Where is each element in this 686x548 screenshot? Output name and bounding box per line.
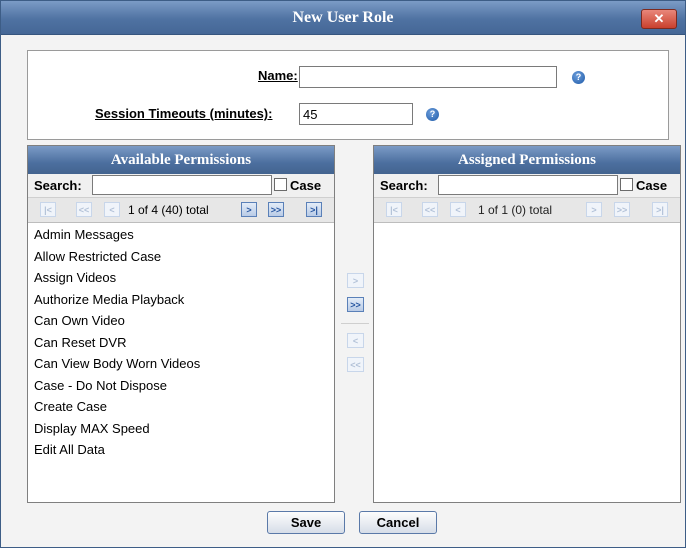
close-button[interactable]: ✕ [641,9,677,29]
name-label: Name: [258,68,298,83]
available-search-row: Search: Case [28,174,334,198]
next-block-icon[interactable]: >> [614,202,630,217]
add-selected-icon[interactable]: > [347,273,364,288]
session-timeouts-label: Session Timeouts (minutes): [95,106,273,121]
permission-item[interactable]: Display MAX Speed [28,418,334,440]
first-page-icon[interactable]: |< [386,202,402,217]
next-block-icon[interactable]: >> [268,202,284,217]
save-button[interactable]: Save [267,511,345,534]
next-page-icon[interactable]: > [586,202,602,217]
permission-item[interactable]: Case - Do Not Dispose [28,375,334,397]
new-user-role-dialog: New User Role ✕ Name: ? Session Timeouts… [0,0,686,548]
previous-page-icon[interactable]: < [104,202,120,217]
next-page-icon[interactable]: > [241,202,257,217]
session-timeouts-input[interactable] [299,103,413,125]
assigned-page-status: 1 of 1 (0) total [478,203,553,217]
permission-item[interactable]: Can Reset DVR [28,332,334,354]
role-details-box: Name: ? Session Timeouts (minutes): ? [27,50,669,140]
add-all-icon[interactable]: >> [347,297,364,312]
assigned-case-checkbox[interactable] [620,178,633,191]
last-page-icon[interactable]: >| [652,202,668,217]
assigned-search-input[interactable] [438,175,618,195]
mover-divider [341,323,369,324]
permission-item[interactable]: Assign Videos [28,267,334,289]
previous-block-icon[interactable]: << [76,202,92,217]
permission-item[interactable]: Create Case [28,396,334,418]
name-input[interactable] [299,66,557,88]
session-help-icon[interactable]: ? [426,108,439,121]
first-page-icon[interactable]: |< [40,202,56,217]
name-help-icon[interactable]: ? [572,71,585,84]
assigned-permissions-header: Assigned Permissions [374,146,680,174]
cancel-button[interactable]: Cancel [359,511,437,534]
permission-item[interactable]: Edit All Data [28,439,334,461]
assigned-case-label: Case [636,178,668,193]
permission-item[interactable]: Allow Restricted Case [28,246,334,268]
available-permissions-header: Available Permissions [28,146,334,174]
assigned-permissions-panel: Assigned Permissions Search: Case |< << … [373,145,681,503]
available-permissions-list: Admin Messages Allow Restricted Case Ass… [28,224,334,461]
remove-selected-icon[interactable]: < [347,333,364,348]
available-search-input[interactable] [92,175,272,195]
assigned-search-label: Search: [380,178,428,193]
dialog-titlebar: New User Role ✕ [1,1,685,35]
last-page-icon[interactable]: >| [306,202,322,217]
assigned-pager: |< << < 1 of 1 (0) total > >> >| [374,198,680,223]
available-search-label: Search: [34,178,82,193]
available-permissions-panel: Available Permissions Search: Case |< <<… [27,145,335,503]
remove-all-icon[interactable]: << [347,357,364,372]
permission-item[interactable]: Can Own Video [28,310,334,332]
permission-item[interactable]: Can View Body Worn Videos [28,353,334,375]
assigned-search-row: Search: Case [374,174,680,198]
permission-item[interactable]: Admin Messages [28,224,334,246]
permission-item[interactable]: Authorize Media Playback [28,289,334,311]
previous-page-icon[interactable]: < [450,202,466,217]
available-pager: |< << < 1 of 4 (40) total > >> >| [28,198,334,223]
available-case-checkbox[interactable] [274,178,287,191]
previous-block-icon[interactable]: << [422,202,438,217]
available-page-status: 1 of 4 (40) total [128,203,209,217]
available-case-label: Case [290,178,322,193]
dialog-title: New User Role [292,9,394,26]
